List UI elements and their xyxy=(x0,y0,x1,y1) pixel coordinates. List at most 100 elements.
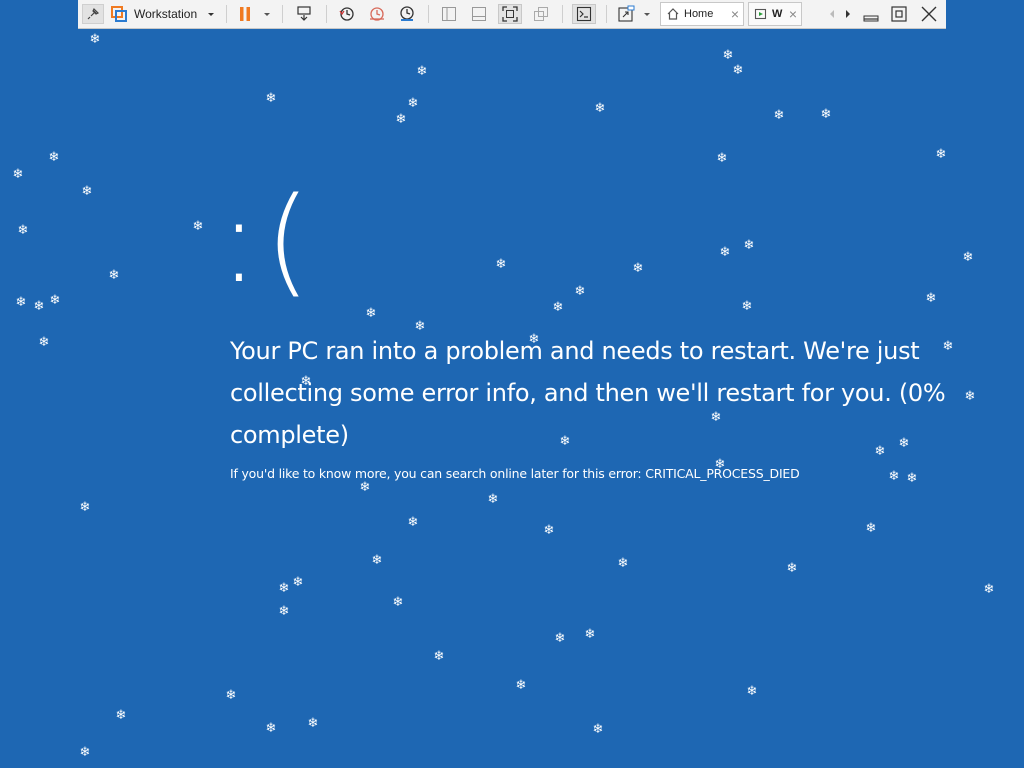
toolbar-divider xyxy=(282,5,283,23)
snowflake-icon: ❄ xyxy=(962,250,974,265)
vm-toolbar: Workstation Home × W × xyxy=(78,0,946,29)
snowflake-icon: ❄ xyxy=(964,389,976,404)
snowflake-icon: ❄ xyxy=(49,293,61,308)
home-icon xyxy=(667,8,679,20)
snowflake-icon: ❄ xyxy=(371,553,383,568)
snowflake-icon: ❄ xyxy=(307,716,319,731)
snowflake-icon: ❄ xyxy=(874,444,886,459)
toolbar-divider xyxy=(428,5,429,23)
snowflake-icon: ❄ xyxy=(416,64,428,79)
snowflake-icon: ❄ xyxy=(632,261,644,276)
snapshot-manager-icon xyxy=(400,6,414,21)
tab-home-label: Home xyxy=(684,8,714,20)
revert-snapshot-button[interactable] xyxy=(366,4,388,24)
close-tab-icon[interactable]: × xyxy=(789,7,797,21)
take-snapshot-button[interactable] xyxy=(336,4,358,24)
snowflake-icon: ❄ xyxy=(17,223,29,238)
snowflake-icon: ❄ xyxy=(12,167,24,182)
console-view-button[interactable] xyxy=(572,4,596,24)
sidebar-view-icon xyxy=(442,7,456,21)
snowflake-icon: ❄ xyxy=(79,500,91,515)
snowflake-icon: ❄ xyxy=(543,523,555,538)
snowflake-icon: ❄ xyxy=(888,469,900,484)
tab-vm[interactable]: W × xyxy=(748,2,802,26)
tab-home[interactable]: Home × xyxy=(660,2,744,26)
power-dropdown-chevron-icon[interactable] xyxy=(260,4,274,24)
error-message: Your PC ran into a problem and needs to … xyxy=(230,337,946,449)
snowflake-icon: ❄ xyxy=(278,604,290,619)
show-library-button[interactable] xyxy=(438,4,460,24)
snowflake-icon: ❄ xyxy=(584,627,596,642)
snowflake-icon: ❄ xyxy=(108,268,120,283)
snowflake-icon: ❄ xyxy=(407,96,419,111)
toolbar-divider xyxy=(562,5,563,23)
close-tab-icon[interactable]: × xyxy=(731,7,739,21)
snowflake-icon: ❄ xyxy=(898,436,910,451)
vm-running-icon xyxy=(754,8,767,20)
snowflake-icon: ❄ xyxy=(265,91,277,106)
snowflake-icon: ❄ xyxy=(359,480,371,495)
snowflake-icon: ❄ xyxy=(365,306,377,321)
snowflake-icon: ❄ xyxy=(292,575,304,590)
snowflake-icon: ❄ xyxy=(594,101,606,116)
snowflake-icon: ❄ xyxy=(741,299,753,314)
snapshot-manager-button[interactable] xyxy=(396,4,418,24)
pin-toolbar-button[interactable] xyxy=(82,4,104,24)
snowflake-icon: ❄ xyxy=(554,631,566,646)
snowflake-icon: ❄ xyxy=(407,515,419,530)
snowflake-icon: ❄ xyxy=(392,595,404,610)
stretch-dropdown-chevron-icon[interactable] xyxy=(640,4,654,24)
snowflake-icon: ❄ xyxy=(935,147,947,162)
snapshot-clock-icon xyxy=(339,7,354,21)
restore-window-button[interactable] xyxy=(888,4,910,24)
revert-clock-icon xyxy=(370,7,384,21)
send-ctrl-alt-del-button[interactable] xyxy=(292,4,316,24)
terminal-icon xyxy=(576,6,592,22)
toolbar-divider xyxy=(326,5,327,23)
pause-button[interactable] xyxy=(234,4,256,24)
snowflake-icon: ❄ xyxy=(38,335,50,350)
snowflake-icon: ❄ xyxy=(115,708,127,723)
snowflake-icon: ❄ xyxy=(786,561,798,576)
show-thumbnail-bar-button[interactable] xyxy=(468,4,490,24)
sad-face-emoticon: :( xyxy=(219,171,317,309)
snowflake-icon: ❄ xyxy=(278,581,290,596)
snowflake-icon: ❄ xyxy=(820,107,832,122)
snowflake-icon: ❄ xyxy=(33,299,45,314)
snowflake-icon: ❄ xyxy=(495,257,507,272)
exit-full-screen-button[interactable] xyxy=(918,4,940,24)
snowflake-icon: ❄ xyxy=(81,184,93,199)
close-icon xyxy=(921,6,937,22)
snowflake-icon: ❄ xyxy=(559,434,571,449)
snowflake-icon: ❄ xyxy=(225,688,237,703)
snowflake-icon: ❄ xyxy=(552,300,564,315)
snowflake-icon: ❄ xyxy=(395,112,407,127)
snowflake-icon: ❄ xyxy=(617,556,629,571)
snowflake-icon: ❄ xyxy=(515,678,527,693)
snowflake-icon: ❄ xyxy=(714,457,726,472)
snowflake-icon: ❄ xyxy=(716,151,728,166)
snowflake-icon: ❄ xyxy=(528,332,540,347)
snowflake-icon: ❄ xyxy=(743,238,755,253)
unity-mode-button[interactable] xyxy=(530,4,552,24)
pause-icon xyxy=(240,7,250,21)
snowflake-icon: ❄ xyxy=(746,684,758,699)
library-menu-label: Workstation xyxy=(134,7,198,21)
unity-icon xyxy=(534,7,548,21)
tab-scroll-right-icon[interactable] xyxy=(842,4,854,24)
library-menu-button[interactable]: Workstation xyxy=(134,4,204,24)
stretch-guest-button[interactable] xyxy=(614,4,638,24)
keyboard-send-icon xyxy=(297,6,311,21)
vmware-logo-icon xyxy=(108,4,130,24)
snowflake-icon: ❄ xyxy=(192,219,204,234)
snowflake-icon: ❄ xyxy=(983,582,995,597)
toolbar-divider xyxy=(606,5,607,23)
tab-scroll-left-icon[interactable] xyxy=(826,4,838,24)
library-dropdown-chevron-icon[interactable] xyxy=(204,4,218,24)
full-screen-button[interactable] xyxy=(498,4,522,24)
snowflake-icon: ❄ xyxy=(433,649,445,664)
minimize-window-button[interactable] xyxy=(860,4,882,24)
toolbar-divider xyxy=(226,5,227,23)
minimize-icon xyxy=(863,15,879,22)
snowflake-icon: ❄ xyxy=(773,108,785,123)
